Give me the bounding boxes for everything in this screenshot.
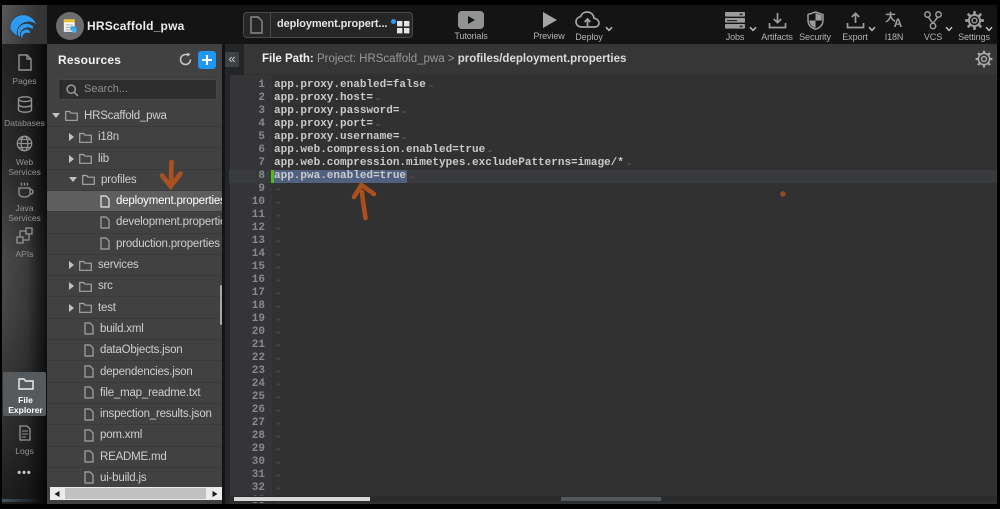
svg-text:A: A [893, 16, 902, 30]
